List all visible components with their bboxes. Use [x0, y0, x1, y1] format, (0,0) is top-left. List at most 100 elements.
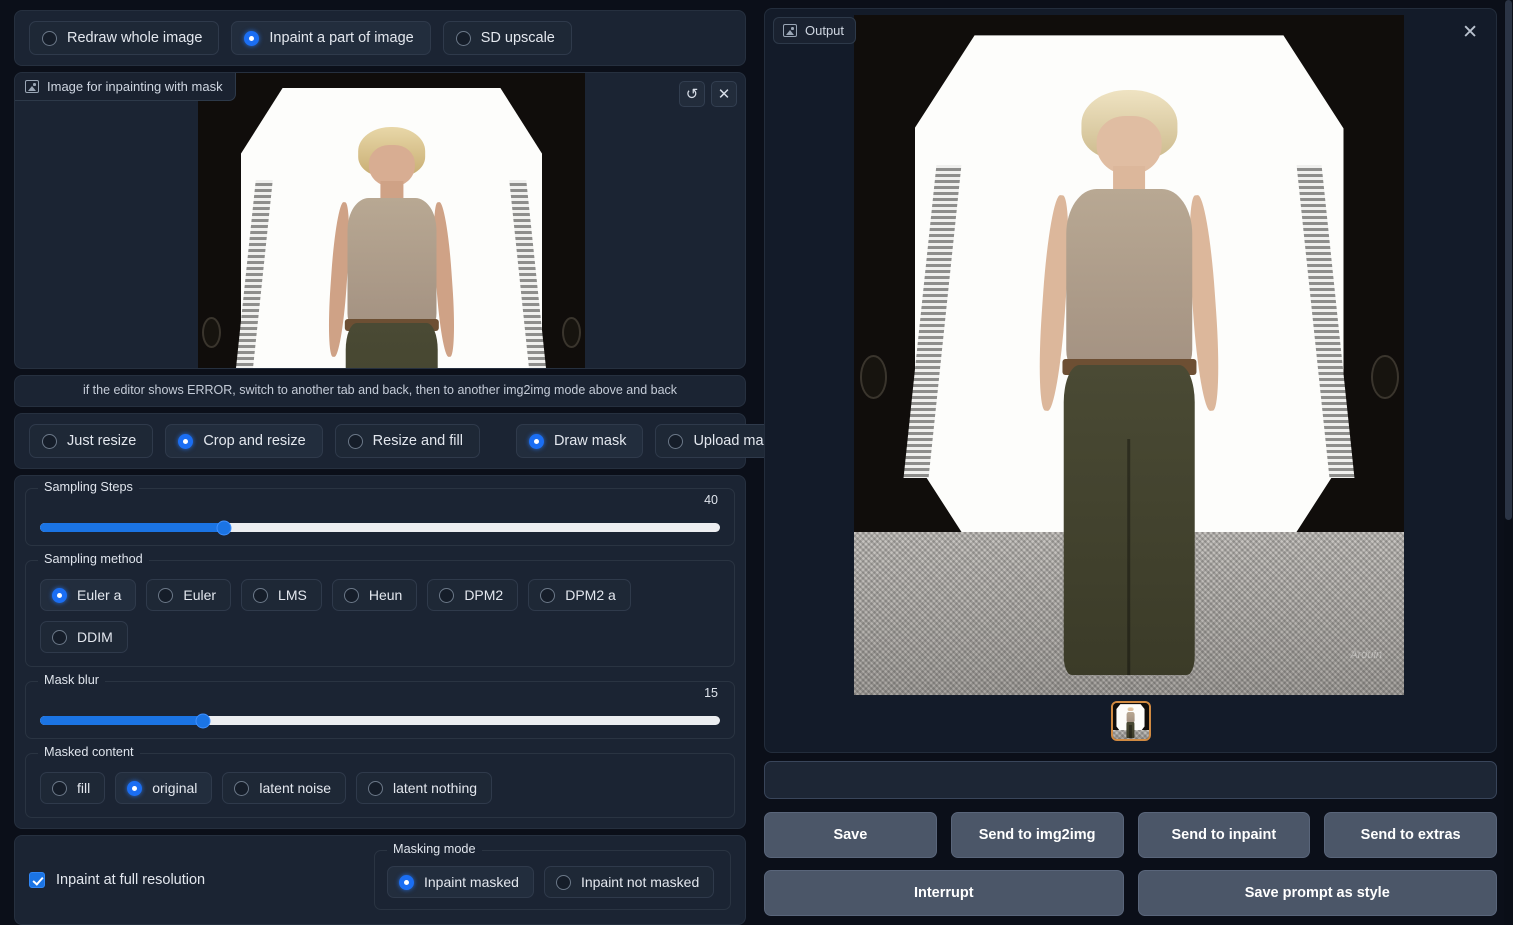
masking-mode-options: Inpaint masked Inpaint not masked	[387, 866, 718, 898]
masked-content-label: original	[152, 780, 198, 796]
sampling-steps-slider[interactable]	[40, 520, 720, 535]
resize-and-mask-panel: Just resize Crop and resize Resize and f…	[14, 413, 796, 469]
app-root: Redraw whole image Inpaint a part of ima…	[0, 0, 1513, 925]
generated-image: Arduin	[854, 15, 1404, 695]
radio-dot	[253, 587, 269, 603]
sampling-steps-value: 40	[704, 493, 718, 507]
sampler-ddim[interactable]: DDIM	[40, 621, 128, 653]
resize-option-crop-and-resize[interactable]: Crop and resize	[165, 424, 323, 458]
save-button[interactable]: Save	[764, 812, 937, 858]
masking-mode-legend: Masking mode	[387, 842, 482, 856]
radio-dot	[127, 780, 143, 796]
figure	[302, 126, 480, 368]
radio-dot	[555, 874, 571, 890]
radio-dot	[234, 780, 250, 796]
scrollbar-thumb[interactable]	[1505, 0, 1512, 520]
inpaint-canvas[interactable]	[198, 73, 585, 368]
ring-left	[859, 355, 887, 400]
figure	[1122, 706, 1139, 738]
output-label: Output	[773, 17, 857, 44]
sampling-method-options: Euler a Euler LMS Heun DPM2 DPM2 a DDIM	[40, 579, 720, 653]
sampler-dpm2-a[interactable]: DPM2 a	[528, 579, 631, 611]
radio-dot	[540, 587, 556, 603]
output-label-text: Output	[805, 23, 845, 38]
sampling-method-legend: Sampling method	[38, 552, 149, 566]
sampler-lms[interactable]: LMS	[241, 579, 322, 611]
undo-icon[interactable]: ↺	[679, 81, 705, 107]
face	[1128, 708, 1133, 712]
send-to-extras-button[interactable]: Send to extras	[1324, 812, 1497, 858]
save-prompt-as-style-button[interactable]: Save prompt as style	[1137, 870, 1497, 916]
resize-mode-group: Just resize Crop and resize Resize and f…	[15, 414, 796, 468]
image-icon	[25, 80, 39, 93]
output-image[interactable]: Arduin	[854, 15, 1404, 695]
slider-fill	[40, 523, 224, 532]
figure	[1003, 89, 1256, 675]
sampler-euler[interactable]: Euler	[146, 579, 232, 611]
masked-content-label: fill	[77, 780, 91, 796]
masking-mode-inpaint-masked[interactable]: Inpaint masked	[387, 866, 534, 898]
radio-dot	[343, 587, 359, 603]
pants	[1126, 721, 1135, 738]
page-scrollbar[interactable]	[1504, 0, 1513, 925]
masked-content-fill[interactable]: fill	[40, 772, 106, 804]
send-to-inpaint-button[interactable]: Send to inpaint	[1137, 812, 1311, 858]
mode-option-sd-upscale[interactable]: SD upscale	[442, 21, 572, 55]
radio-dot	[42, 30, 57, 46]
masked-content-latent-noise[interactable]: latent noise	[222, 772, 346, 804]
masked-content-latent-nothing[interactable]: latent nothing	[355, 772, 493, 804]
source-image	[198, 73, 585, 368]
interrupt-button[interactable]: Interrupt	[764, 870, 1124, 916]
close-icon[interactable]: ✕	[1462, 23, 1478, 42]
generation-info-box	[764, 761, 1497, 799]
ring-right	[1371, 355, 1399, 400]
sampling-steps-group: Sampling Steps 40	[25, 480, 735, 546]
radio-dot	[52, 629, 67, 645]
sampler-euler-a[interactable]: Euler a	[40, 579, 137, 611]
output-panel: Output ✕ Arduin	[764, 8, 1497, 753]
ring-right	[561, 316, 582, 349]
radio-dot	[399, 874, 414, 890]
sampler-heun[interactable]: Heun	[331, 579, 418, 611]
radio-dot	[52, 780, 67, 796]
sampling-steps-legend: Sampling Steps	[38, 480, 139, 494]
mask-source-draw-mask[interactable]: Draw mask	[515, 424, 644, 458]
mask-blur-slider[interactable]	[40, 713, 720, 728]
inpaint-editor[interactable]: Image for inpainting with mask ↺ ✕	[14, 72, 746, 369]
mode-option-inpaint-a-part-of-image[interactable]: Inpaint a part of image	[231, 21, 431, 55]
left-column: Redraw whole image Inpaint a part of ima…	[0, 0, 796, 925]
masking-mode-group: Masking mode Inpaint masked Inpaint not …	[374, 842, 731, 910]
editor-tools: ↺ ✕	[679, 81, 737, 107]
inpaint-options-row: Inpaint at full resolution Masking mode …	[15, 836, 745, 924]
masked-content-label: latent noise	[259, 780, 331, 796]
close-icon[interactable]: ✕	[711, 81, 737, 107]
inpaint-at-full-resolution-checkbox[interactable]: Inpaint at full resolution	[29, 850, 360, 910]
resize-option-just-resize[interactable]: Just resize	[29, 424, 154, 458]
radio-dot	[347, 433, 363, 449]
send-to-img2img-button[interactable]: Send to img2img	[950, 812, 1124, 858]
tank-top	[1065, 189, 1193, 377]
tank-top	[346, 197, 436, 332]
thumbnail-image	[1112, 703, 1149, 739]
sampler-dpm2[interactable]: DPM2	[427, 579, 519, 611]
action-row-1: Save Send to img2img Send to inpaint Sen…	[764, 812, 1497, 858]
masking-mode-label: Inpaint not masked	[580, 874, 700, 890]
sampler-label: Euler	[183, 587, 217, 603]
mode-option-redraw-whole-image[interactable]: Redraw whole image	[29, 21, 220, 55]
masked-content-original[interactable]: original	[115, 772, 213, 804]
slider-thumb[interactable]	[216, 520, 232, 535]
resize-option-resize-and-fill[interactable]: Resize and fill	[334, 424, 480, 458]
masking-mode-inpaint-not-masked[interactable]: Inpaint not masked	[543, 866, 715, 898]
masked-content-legend: Masked content	[38, 745, 140, 759]
sampler-label: DDIM	[77, 629, 113, 645]
slider-thumb[interactable]	[195, 713, 211, 728]
sampler-label: DPM2 a	[565, 587, 616, 603]
mode-option-label: SD upscale	[480, 30, 555, 46]
thumbnail-item[interactable]	[1110, 701, 1151, 741]
inpaint-at-full-resolution-label: Inpaint at full resolution	[56, 872, 206, 888]
masked-content-label: latent nothing	[392, 780, 478, 796]
masked-content-group: Masked content fill original latent nois…	[25, 745, 735, 818]
radio-dot	[158, 587, 174, 603]
radio-dot	[178, 433, 194, 449]
right-column: Output ✕ Arduin Save Send to img2img Sen…	[764, 0, 1509, 925]
